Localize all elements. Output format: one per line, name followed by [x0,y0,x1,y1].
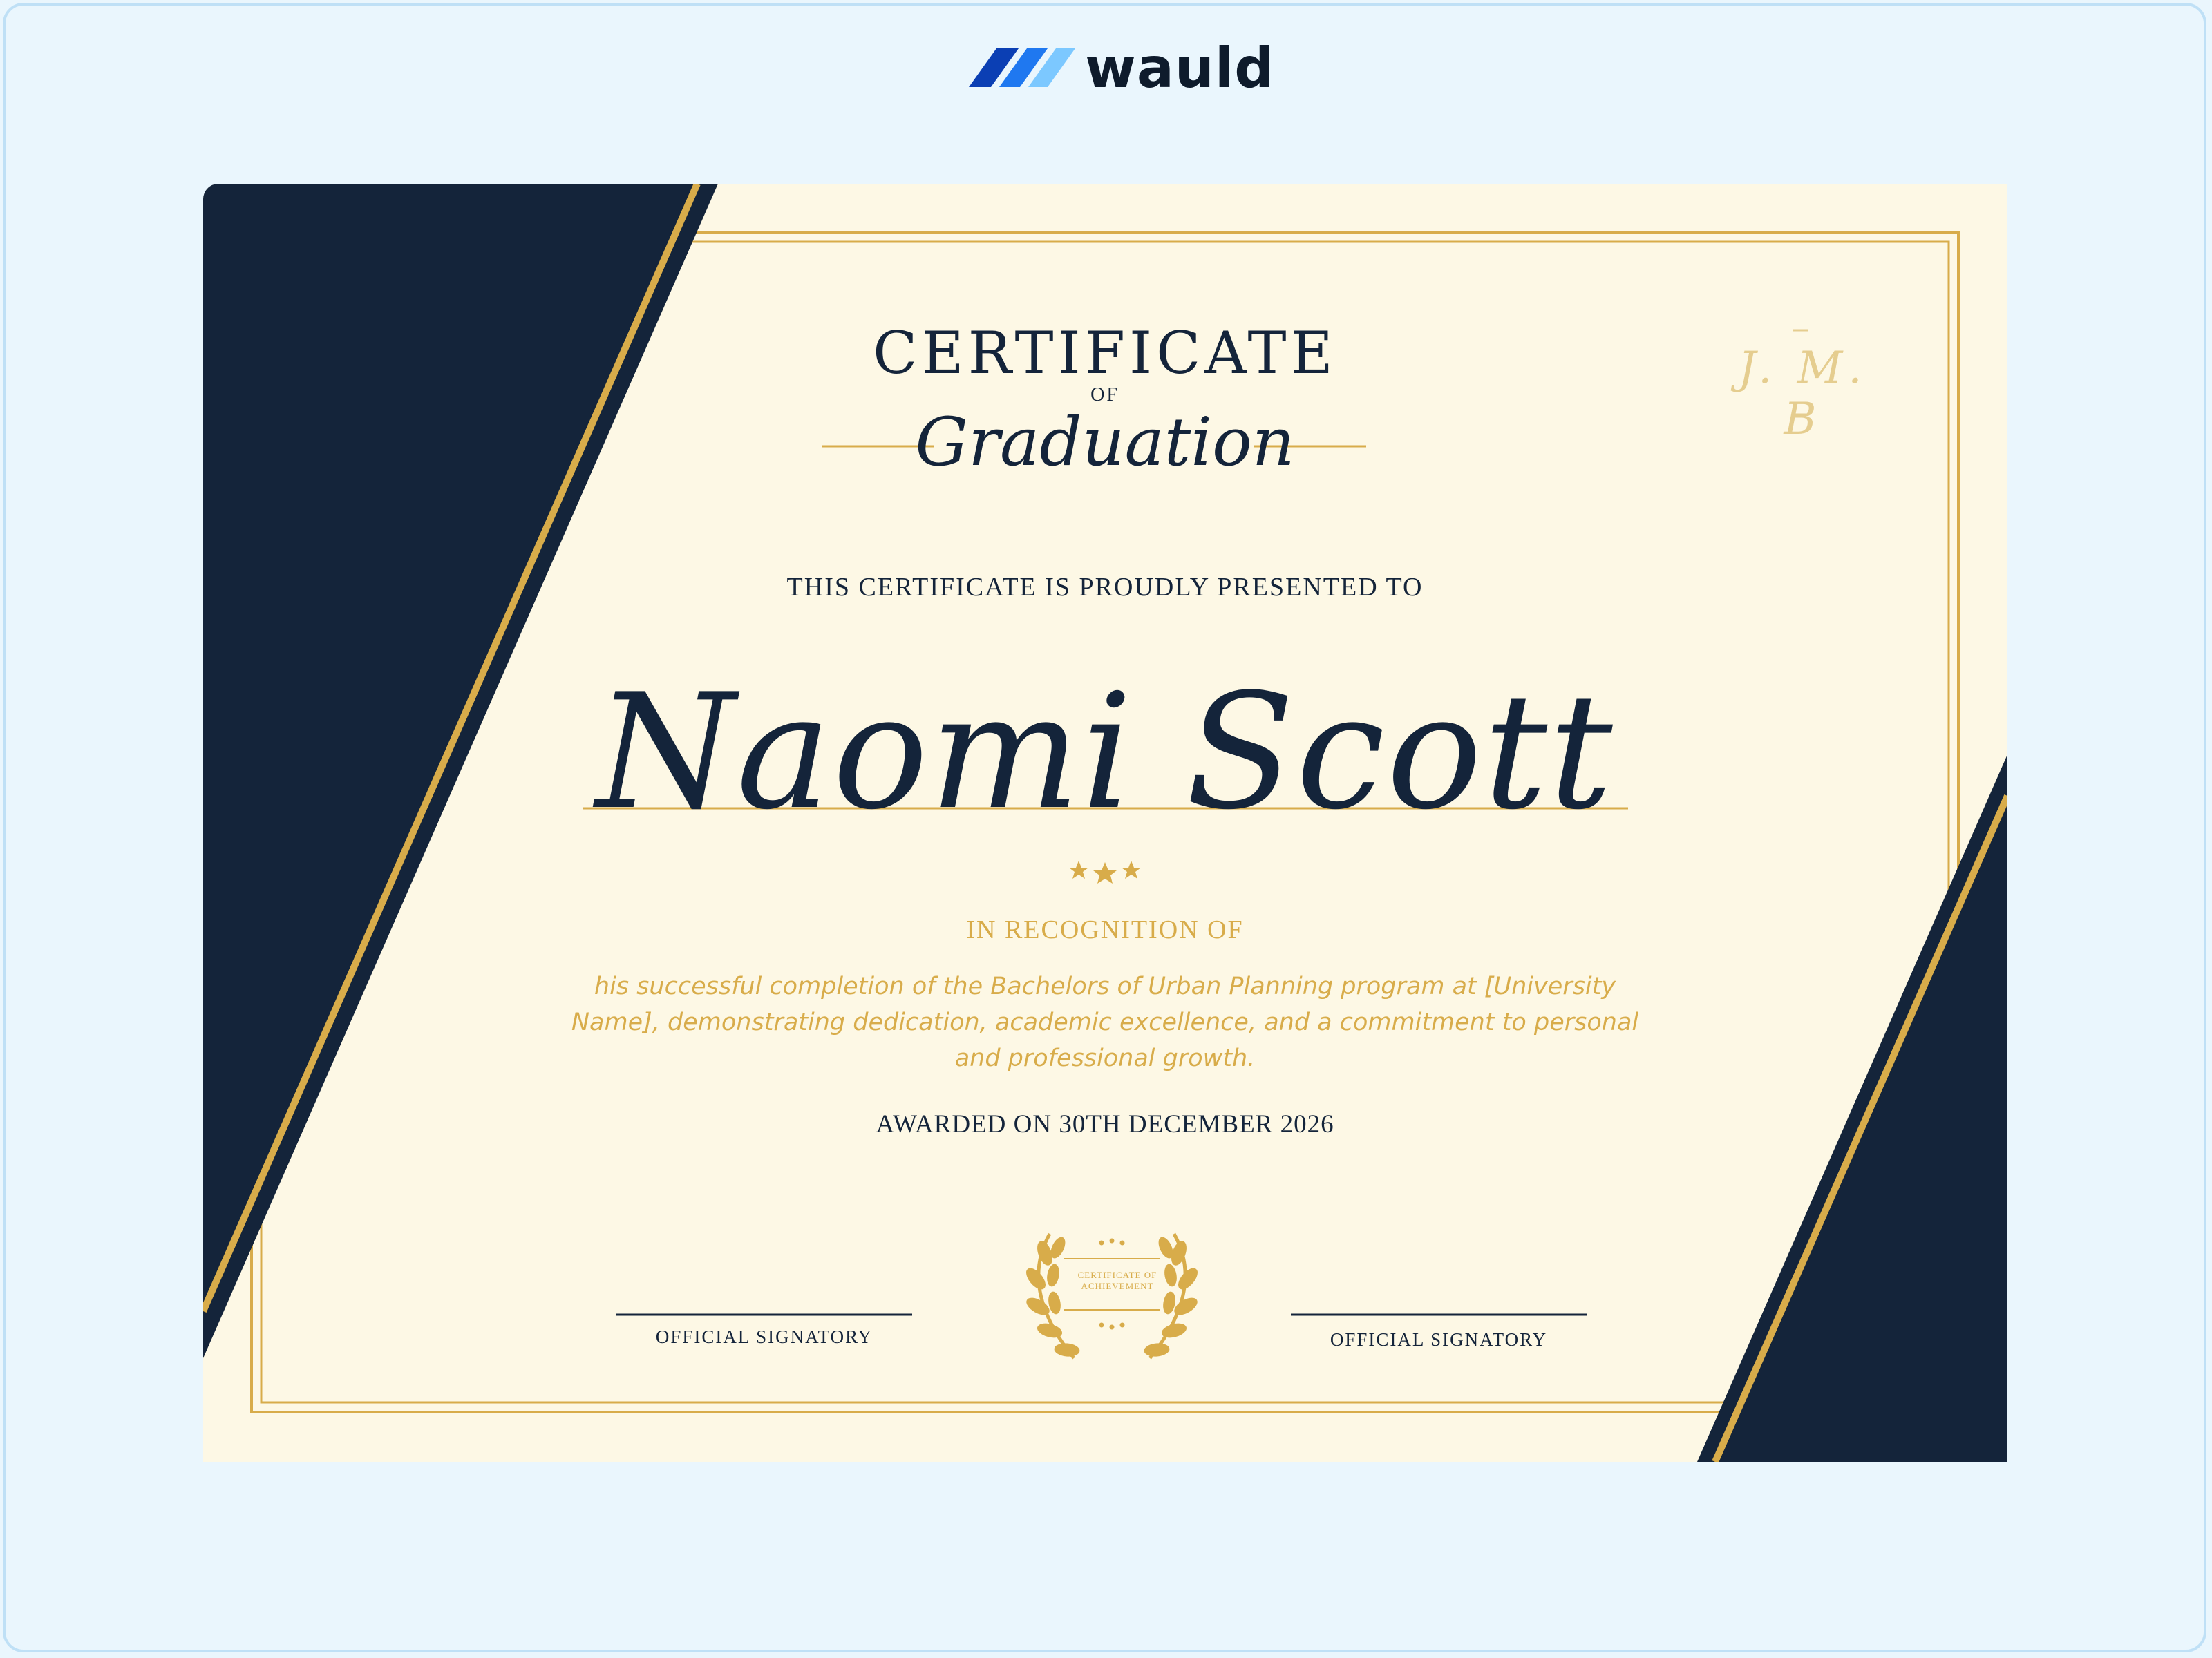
presented-to-text: THIS CERTIFICATE IS PROUDLY PRESENTED TO [786,573,1424,602]
seal-text: CERTIFICATE OF ACHIEVEMENT [1077,1270,1157,1291]
wauld-logo-icon [969,48,1075,87]
recognition-text: his successful completion of the Bachelo… [571,973,1639,1072]
brand-name: wauld [1085,36,1275,100]
monogram: J. M. B [1738,343,1868,445]
wauld-logo: wauld [961,36,1274,100]
recognition-heading: IN RECOGNITION OF [966,915,1244,944]
laurel-seal-icon [1026,1232,1198,1360]
certificate: CERTIFICATE OF Graduation J. M. B THIS C… [203,184,2007,1462]
navy-panel-right [1697,754,2007,1462]
recipient-name: Naomi Scott [596,660,1614,845]
signatory-right-label: OFFICIAL SIGNATORY [1330,1329,1548,1350]
signatory-left-label: OFFICIAL SIGNATORY [655,1326,873,1347]
three-stars-icon [1069,861,1141,884]
award-date: AWARDED ON 30TH DECEMBER 2026 [876,1110,1334,1138]
